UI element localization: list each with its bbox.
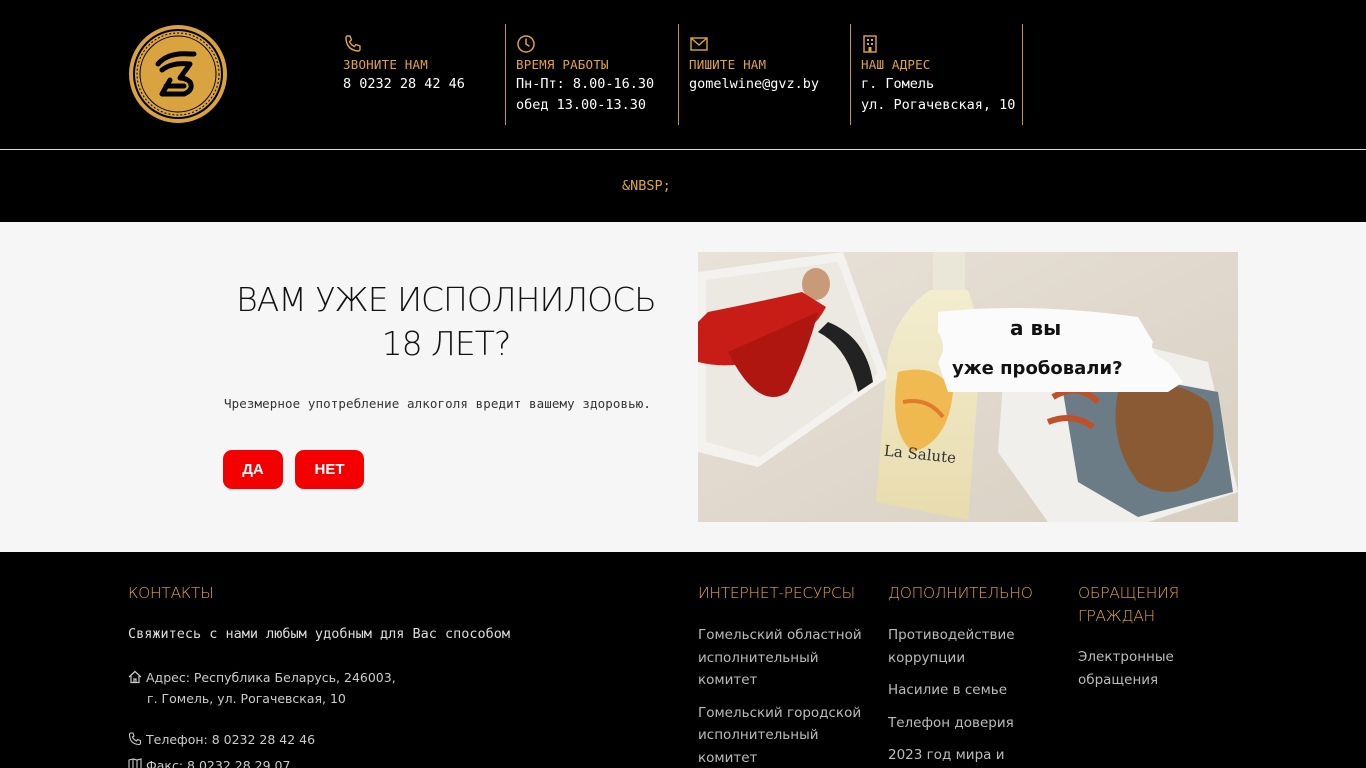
phone-icon (345, 35, 361, 52)
wine-promo-photo: La Salute а вы уже пробовали? (698, 252, 1238, 522)
header-hours: Время работы Пн-Пт: 8.00-16.30 обед 13.0… (505, 24, 678, 125)
footer-link-city-committee[interactable]: Гомельский городской исполнительный коми… (698, 702, 868, 768)
site-header: Звоните нам 8 0232 28 42 46 Время работы… (0, 0, 1366, 150)
footer-appeals-list: Электронные обращения (1078, 646, 1198, 701)
footer-appeals-title: ОБРАЩЕНИЯ ГРАЖДАН (1078, 584, 1179, 625)
footer-link-electronic-appeals[interactable]: Электронные обращения (1078, 646, 1198, 691)
nav-placeholder-text: &NBSP; (622, 178, 671, 194)
address-city: г. Гомель (861, 76, 935, 92)
footer-fax: Факс: 8 0232 28 29 07 (128, 755, 290, 768)
hours-title: Время работы (516, 57, 609, 72)
footer-contacts-subtitle: Свяжитесь с нами любым удобным для Вас с… (128, 626, 511, 642)
footer-link-regional-committee[interactable]: Гомельский областной исполнительный коми… (698, 624, 868, 692)
header-phone: Звоните нам 8 0232 28 42 46 (333, 24, 505, 125)
company-logo[interactable] (128, 24, 228, 124)
footer-phone: Телефон: 8 0232 28 42 46 (128, 729, 315, 750)
age-question-title: ВАМ УЖЕ ИСПОЛНИЛОСЬ 18 ЛЕТ? (236, 280, 657, 363)
nav-bar: &NBSP; (0, 151, 1366, 222)
footer-phone-text[interactable]: Телефон: 8 0232 28 42 46 (146, 732, 315, 747)
promo-image: La Salute а вы уже пробовали? (698, 252, 1238, 522)
phone-number[interactable]: 8 0232 28 42 46 (343, 74, 505, 95)
fax-icon (128, 758, 142, 768)
footer-link-helpline[interactable]: Телефон доверия (888, 712, 1038, 735)
footer-link-domestic-violence[interactable]: Насилие в семье (888, 679, 1038, 702)
footer-address-line1: Адрес: Республика Беларусь, 246003, (146, 670, 396, 685)
logo-emblem-icon (129, 25, 227, 123)
yes-button[interactable]: ДА (223, 450, 283, 489)
building-icon (863, 35, 877, 53)
age-verification-section: ВАМ УЖЕ ИСПОЛНИЛОСЬ 18 ЛЕТ? Чрезмерное у… (0, 222, 1366, 552)
promo-line1: а вы (1010, 316, 1061, 340)
footer-fax-text: Факс: 8 0232 28 29 07 (146, 758, 291, 768)
home-icon (128, 670, 142, 684)
phone-icon (128, 732, 142, 746)
footer-resources-list: Гомельский областной исполнительный коми… (698, 624, 868, 768)
phone-title: Звоните нам (343, 57, 428, 72)
site-footer: КОНТАКТЫ Свяжитесь с нами любым удобным … (0, 552, 1366, 768)
footer-contacts-title: КОНТАКТЫ (128, 584, 214, 602)
alcohol-warning-text: Чрезмерное употребление алкоголя вредит … (224, 396, 652, 411)
header-email: Пишите нам gomelwine@gvz.by (678, 24, 850, 125)
footer-extra-list: Противодействие коррупции Насилие в семь… (888, 624, 1038, 768)
footer-link-year-of-peace[interactable]: 2023 год мира и (888, 744, 1038, 767)
no-button[interactable]: НЕТ (295, 450, 364, 489)
email-address[interactable]: gomelwine@gvz.by (689, 74, 850, 95)
footer-address-line2: г. Гомель, ул. Рогачевская, 10 (147, 691, 346, 706)
promo-line2: уже пробовали? (952, 358, 1123, 379)
clock-icon (517, 35, 535, 53)
address-street: ул. Рогачевская, 10 (861, 97, 1016, 113)
footer-extra-title: ДОПОЛНИТЕЛЬНО (888, 584, 1033, 602)
footer-address: Адрес: Республика Беларусь, 246003, г. Г… (128, 667, 396, 709)
mail-icon (690, 37, 708, 51)
address-title: Наш адрес (861, 57, 931, 72)
footer-resources-title: ИНТЕРНЕТ-РЕСУРСЫ (698, 584, 855, 602)
footer-link-anticorruption[interactable]: Противодействие коррупции (888, 624, 1038, 669)
hours-lunch: обед 13.00-13.30 (516, 97, 647, 113)
header-address: Наш адрес г. Гомель ул. Рогачевская, 10 (850, 24, 1023, 125)
email-title: Пишите нам (689, 57, 767, 72)
hours-weekdays: Пн-Пт: 8.00-16.30 (516, 76, 655, 92)
